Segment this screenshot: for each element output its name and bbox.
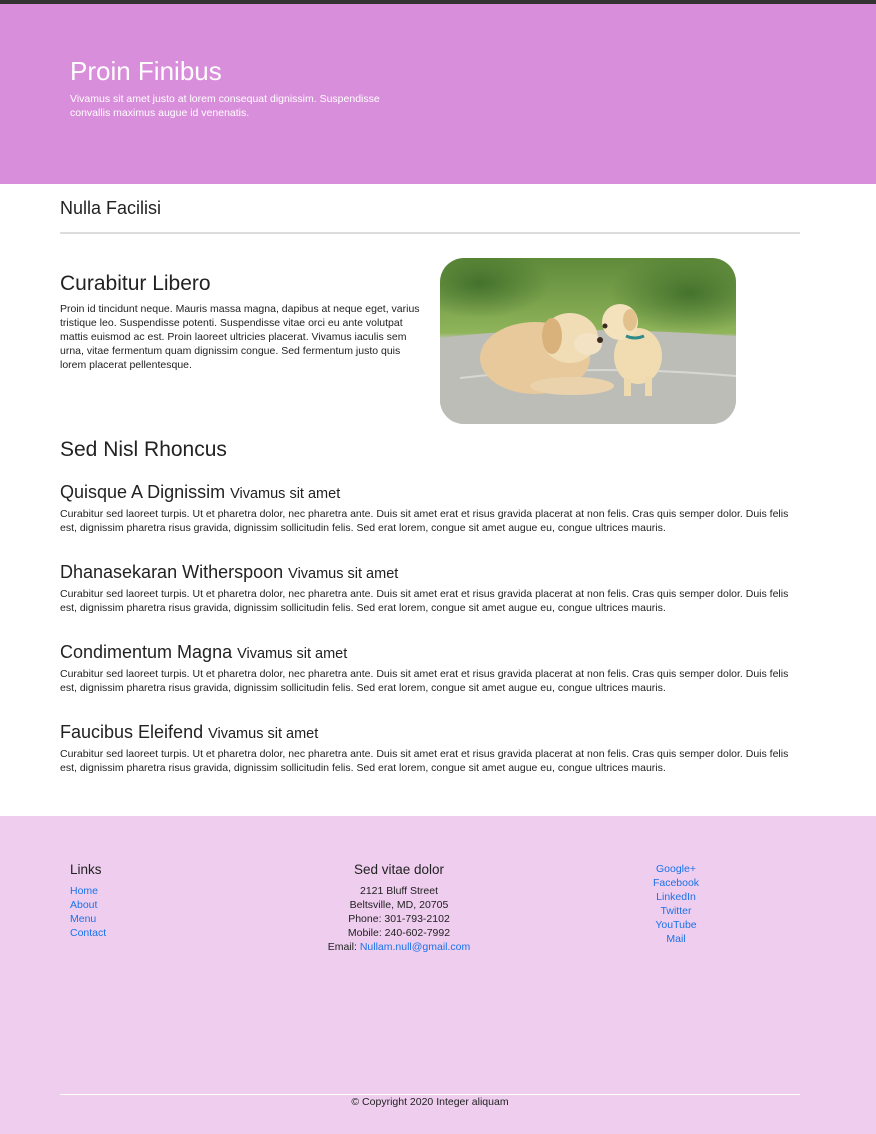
- site-title: Proin Finibus: [70, 56, 222, 86]
- article-paragraph: Proin id tincidunt neque. Mauris massa m…: [60, 303, 420, 371]
- section-heading: Nulla Facilisi: [60, 198, 162, 218]
- site-footer: Links Home About Menu Contact Sed vitae …: [0, 816, 876, 1134]
- footer-contact-heading: Sed vitae dolor: [353, 862, 445, 877]
- list-item: Dhanasekaran Witherspoon Vivamus sit ame…: [60, 562, 800, 615]
- footer-links-heading: Links: [70, 862, 102, 877]
- social-link-twitter[interactable]: Twitter: [616, 904, 736, 918]
- footer-link-home[interactable]: Home: [70, 884, 106, 898]
- list-item-name: Condimentum Magna: [60, 642, 233, 662]
- footer-email-link[interactable]: Nullam.null@gmail.com: [360, 941, 470, 953]
- list-item-text: Curabitur sed laoreet turpis. Ut et phar…: [60, 508, 789, 534]
- footer-social: Google+ Facebook LinkedIn Twitter YouTub…: [616, 862, 736, 946]
- footer-email-line: Email: Nullam.null@gmail.com: [260, 940, 538, 954]
- hero-banner: Proin Finibus Vivamus sit amet justo at …: [0, 4, 876, 184]
- footer-contact: Sed vitae dolor 2121 Bluff Street Beltsv…: [260, 862, 538, 954]
- list-item-heading: Faucibus Eleifend Vivamus sit amet: [60, 722, 800, 743]
- copyright-text: © Copyright 2020 Integer aliquam: [351, 1096, 509, 1108]
- list-item-subtitle: Vivamus sit amet: [237, 646, 348, 662]
- footer-link-about[interactable]: About: [70, 898, 106, 912]
- list-item: Faucibus Eleifend Vivamus sit amet Curab…: [60, 722, 800, 775]
- dogs-photo: [440, 258, 736, 424]
- footer-divider: [60, 1094, 800, 1095]
- list-item-heading: Dhanasekaran Witherspoon Vivamus sit ame…: [60, 562, 800, 583]
- list-item-subtitle: Vivamus sit amet: [230, 486, 341, 502]
- footer-links: Links Home About Menu Contact: [70, 862, 106, 940]
- social-link-facebook[interactable]: Facebook: [616, 876, 736, 890]
- list-item-text: Curabitur sed laoreet turpis. Ut et phar…: [60, 588, 789, 614]
- list-item-subtitle: Vivamus sit amet: [288, 566, 399, 582]
- site-tagline: Vivamus sit amet justo at lorem consequa…: [70, 93, 380, 119]
- footer-street: 2121 Bluff Street: [359, 885, 439, 897]
- list-item: Quisque A Dignissim Vivamus sit amet Cur…: [60, 482, 800, 535]
- footer-link-contact[interactable]: Contact: [70, 926, 106, 940]
- social-link-youtube[interactable]: YouTube: [616, 918, 736, 932]
- list-item-name: Quisque A Dignissim: [60, 482, 226, 502]
- list-heading: Sed Nisl Rhoncus: [60, 438, 227, 461]
- footer-link-menu[interactable]: Menu: [70, 912, 106, 926]
- social-link-linkedin[interactable]: LinkedIn: [616, 890, 736, 904]
- list-item-name: Faucibus Eleifend: [60, 722, 204, 742]
- list-item-text: Curabitur sed laoreet turpis. Ut et phar…: [60, 668, 789, 694]
- article-heading: Curabitur Libero: [60, 272, 211, 295]
- footer-city: Beltsville, MD, 20705: [349, 899, 449, 911]
- section-divider: [60, 232, 800, 234]
- list-item-heading: Condimentum Magna Vivamus sit amet: [60, 642, 800, 663]
- list-item-heading: Quisque A Dignissim Vivamus sit amet: [60, 482, 800, 503]
- footer-phone: Phone: 301-793-2102: [348, 913, 450, 925]
- footer-email-label: Email:: [327, 941, 357, 953]
- social-link-mail[interactable]: Mail: [616, 932, 736, 946]
- list-item-text: Curabitur sed laoreet turpis. Ut et phar…: [60, 748, 789, 774]
- list-item: Condimentum Magna Vivamus sit amet Curab…: [60, 642, 800, 695]
- footer-mobile: Mobile: 240-602-7992: [347, 927, 451, 939]
- list-item-name: Dhanasekaran Witherspoon: [60, 562, 284, 582]
- list-item-subtitle: Vivamus sit amet: [208, 726, 319, 742]
- social-link-google-plus[interactable]: Google+: [616, 862, 736, 876]
